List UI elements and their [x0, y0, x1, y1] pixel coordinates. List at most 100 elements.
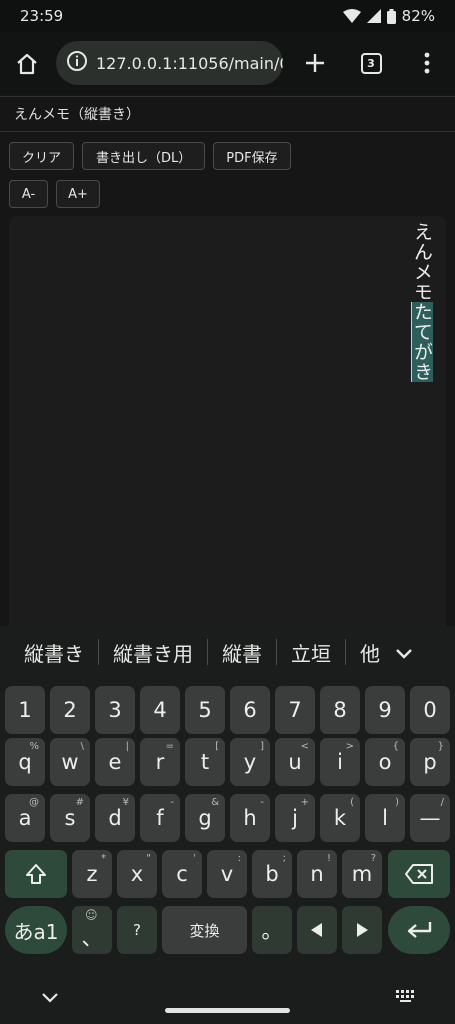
key-a[interactable]: a @ [5, 794, 45, 842]
battery-icon [386, 8, 396, 24]
key-k[interactable]: k( [320, 794, 360, 842]
key-t[interactable]: t[ [185, 738, 225, 786]
right-arrow-icon [357, 923, 368, 937]
key-8[interactable]: 8 [320, 686, 360, 734]
web-page: えんメモ（縦書き） クリア 書き出し（DL） PDF保存 A- A+ えんメモた… [0, 94, 455, 626]
status-bar: 23:59 82% [0, 0, 455, 32]
enter-icon [407, 922, 432, 938]
key-l[interactable]: l) [365, 794, 405, 842]
number-row: 1 2 3 4 5 6 7 8 9 0 [0, 686, 455, 734]
key-u[interactable]: u < [275, 738, 315, 786]
home-gesture-pill[interactable] [165, 1008, 290, 1013]
key-5[interactable]: 5 [185, 686, 225, 734]
font-increase-button[interactable]: A+ [56, 180, 100, 208]
home-icon [17, 53, 37, 75]
key-1[interactable]: 1 [5, 686, 45, 734]
suggestion-item[interactable]: 他 [346, 638, 388, 667]
menu-button[interactable] [414, 48, 440, 78]
export-button[interactable]: 書き出し（DL） [82, 142, 206, 170]
cursor-right-key[interactable] [342, 906, 382, 954]
tab-count: 3 [360, 52, 382, 74]
home-button[interactable] [12, 49, 42, 79]
z-row: z * x " c ' v: b; n! m? [0, 850, 455, 898]
wifi-icon [342, 9, 361, 23]
key-z[interactable]: z * [72, 850, 112, 898]
key-3[interactable]: 3 [95, 686, 135, 734]
more-vert-icon [424, 52, 430, 74]
address-bar[interactable]: 127.0.0.1:11056/main/0 [56, 41, 283, 85]
key-o[interactable]: o{ [365, 738, 405, 786]
info-icon[interactable] [66, 50, 88, 76]
key-m[interactable]: m? [342, 850, 382, 898]
a-row: a @ s # d ¥ f- g & h- j + k( l) — / [0, 794, 455, 842]
vertical-editor[interactable]: えんメモたてがき [9, 216, 446, 626]
key-c[interactable]: c ' [162, 850, 202, 898]
suggestion-item[interactable]: 縦書き [0, 638, 98, 667]
convert-key[interactable]: 変換 [162, 906, 247, 954]
editor-text-composing: たてがき [411, 302, 433, 382]
key-s[interactable]: s # [50, 794, 90, 842]
editor-text-plain: えんメモ [411, 222, 433, 302]
new-tab-button[interactable] [300, 48, 330, 78]
plus-icon [306, 54, 324, 72]
signal-icon [366, 9, 381, 23]
key-p[interactable]: p} [410, 738, 450, 786]
keyboard: 縦書き 縦書き用 縦書 立垣 他 1 2 3 4 5 6 7 8 9 0 q %… [0, 626, 455, 1024]
key-y[interactable]: y] [230, 738, 270, 786]
key-dash[interactable]: — / [410, 794, 450, 842]
suggestion-bar: 縦書き 縦書き用 縦書 立垣 他 [0, 626, 455, 678]
key-j[interactable]: j + [275, 794, 315, 842]
battery-percent: 82% [401, 7, 435, 25]
action-buttons: クリア 書き出し（DL） PDF保存 [9, 142, 291, 170]
enter-key[interactable] [388, 906, 450, 954]
emoji-punct-key[interactable]: ☺ 、 [72, 906, 112, 954]
browser-toolbar: 127.0.0.1:11056/main/0 3 [0, 32, 455, 94]
emoji-icon: ☺ [85, 908, 98, 922]
backspace-icon [405, 864, 433, 884]
bottom-row: あa1 ☺ 、 ? 変換 。 [0, 906, 455, 954]
font-size-buttons: A- A+ [9, 180, 100, 208]
key-9[interactable]: 9 [365, 686, 405, 734]
suggestion-item[interactable]: 縦書 [208, 638, 276, 667]
q-row: q% w \ e | r = t[ y] u < i > o{ p} [0, 738, 455, 786]
key-2[interactable]: 2 [50, 686, 90, 734]
left-arrow-icon [311, 923, 322, 937]
key-b[interactable]: b; [252, 850, 292, 898]
tab-switcher-button[interactable]: 3 [358, 50, 384, 76]
key-0[interactable]: 0 [410, 686, 450, 734]
expand-suggestions-icon[interactable] [396, 640, 412, 664]
key-d[interactable]: d ¥ [95, 794, 135, 842]
status-time: 23:59 [20, 7, 64, 25]
period-key[interactable]: 。 [252, 906, 292, 954]
backspace-key[interactable] [388, 850, 450, 898]
key-r[interactable]: r = [140, 738, 180, 786]
hide-keyboard-icon[interactable] [42, 988, 58, 1007]
suggestion-item[interactable]: 縦書き用 [99, 638, 207, 667]
phone-screen: 23:59 82% 127.0.0.1:11056/main/0 3 えんメモ（… [0, 0, 455, 1024]
status-icons: 82% [342, 7, 435, 25]
key-e[interactable]: e | [95, 738, 135, 786]
key-4[interactable]: 4 [140, 686, 180, 734]
key-h[interactable]: h- [230, 794, 270, 842]
cursor-left-key[interactable] [297, 906, 337, 954]
kana-switch-key[interactable]: あa1 [5, 906, 67, 954]
key-n[interactable]: n! [297, 850, 337, 898]
suggestion-item[interactable]: 立垣 [277, 638, 345, 667]
key-6[interactable]: 6 [230, 686, 270, 734]
editor-text[interactable]: えんメモたてがき [411, 222, 433, 382]
question-key[interactable]: ? [117, 906, 157, 954]
keyboard-switch-icon[interactable] [396, 987, 416, 1006]
navigation-bar [0, 974, 455, 1024]
shift-key[interactable] [5, 850, 67, 898]
key-q[interactable]: q% [5, 738, 45, 786]
key-f[interactable]: f- [140, 794, 180, 842]
pdf-save-button[interactable]: PDF保存 [213, 142, 291, 170]
key-v[interactable]: v: [207, 850, 247, 898]
key-i[interactable]: i > [320, 738, 360, 786]
clear-button[interactable]: クリア [9, 142, 75, 170]
font-decrease-button[interactable]: A- [9, 180, 48, 208]
key-7[interactable]: 7 [275, 686, 315, 734]
key-w[interactable]: w \ [50, 738, 90, 786]
key-x[interactable]: x " [117, 850, 157, 898]
key-g[interactable]: g & [185, 794, 225, 842]
